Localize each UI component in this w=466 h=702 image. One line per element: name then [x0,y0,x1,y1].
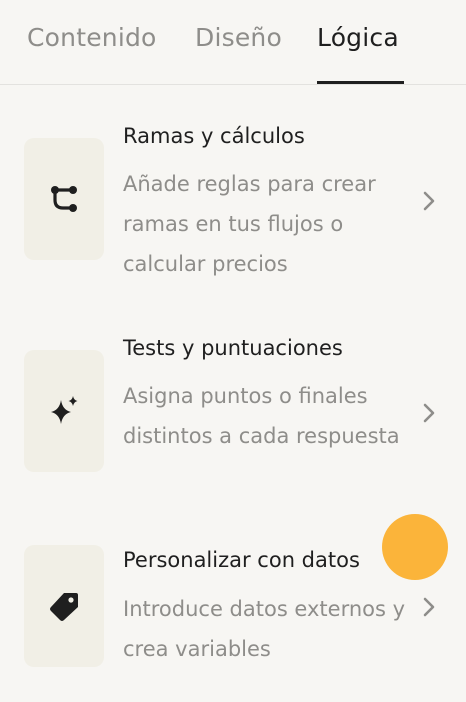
tab-bar: Contenido Diseño Lógica [0,0,466,85]
icon-tile [24,545,104,667]
branch-icon [51,186,77,212]
item-description: Introduce datos externos y crea variable… [123,597,406,661]
chevron-right-icon [423,597,435,617]
icon-tile [24,138,104,260]
sparkle-icon [51,396,78,424]
logic-panel: Contenido Diseño Lógica Ramas y cálculos… [0,0,466,702]
tab-contenido[interactable]: Contenido [27,22,157,54]
tab-logica[interactable]: Lógica [317,22,399,54]
icon-tile [24,350,104,472]
tag-icon [50,593,78,621]
item-title: Tests y puntuaciones [123,336,343,360]
item-title: Ramas y cálculos [123,124,305,148]
tab-diseno[interactable]: Diseño [195,22,282,54]
chevron-right-icon [423,191,435,211]
item-title: Personalizar con datos [123,548,360,572]
item-description: Añade reglas para crear ramas en tus flu… [123,172,376,276]
touch-indicator [382,514,448,580]
chevron-right-icon [423,403,435,423]
item-description: Asigna puntos o finales distintos a cada… [123,384,400,448]
active-tab-indicator [317,81,404,84]
